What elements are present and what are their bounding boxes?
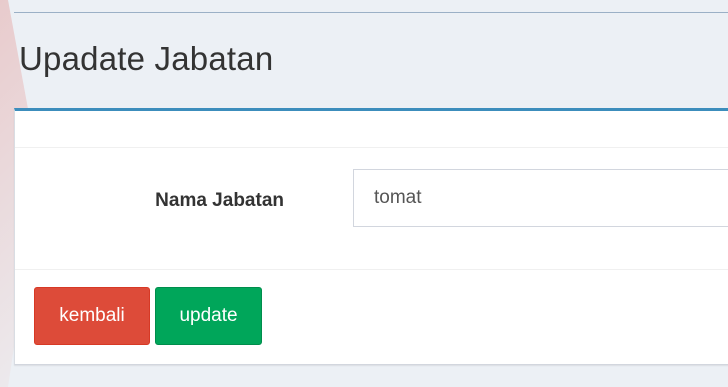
- nama-jabatan-input[interactable]: [353, 169, 728, 227]
- page-title: Upadate Jabatan: [19, 40, 274, 77]
- update-button[interactable]: update: [155, 287, 262, 345]
- box-header-divider: [15, 147, 728, 148]
- page: Upadate Jabatan Nama Jabatan kembali upd…: [0, 0, 728, 387]
- form-group-nama-jabatan: Nama Jabatan: [15, 165, 728, 227]
- back-button[interactable]: kembali: [34, 287, 150, 345]
- box-footer-divider: [15, 269, 728, 270]
- nama-jabatan-label: Nama Jabatan: [155, 190, 284, 211]
- content-top-border: [14, 12, 728, 13]
- form-box: Nama Jabatan kembali update: [14, 108, 728, 365]
